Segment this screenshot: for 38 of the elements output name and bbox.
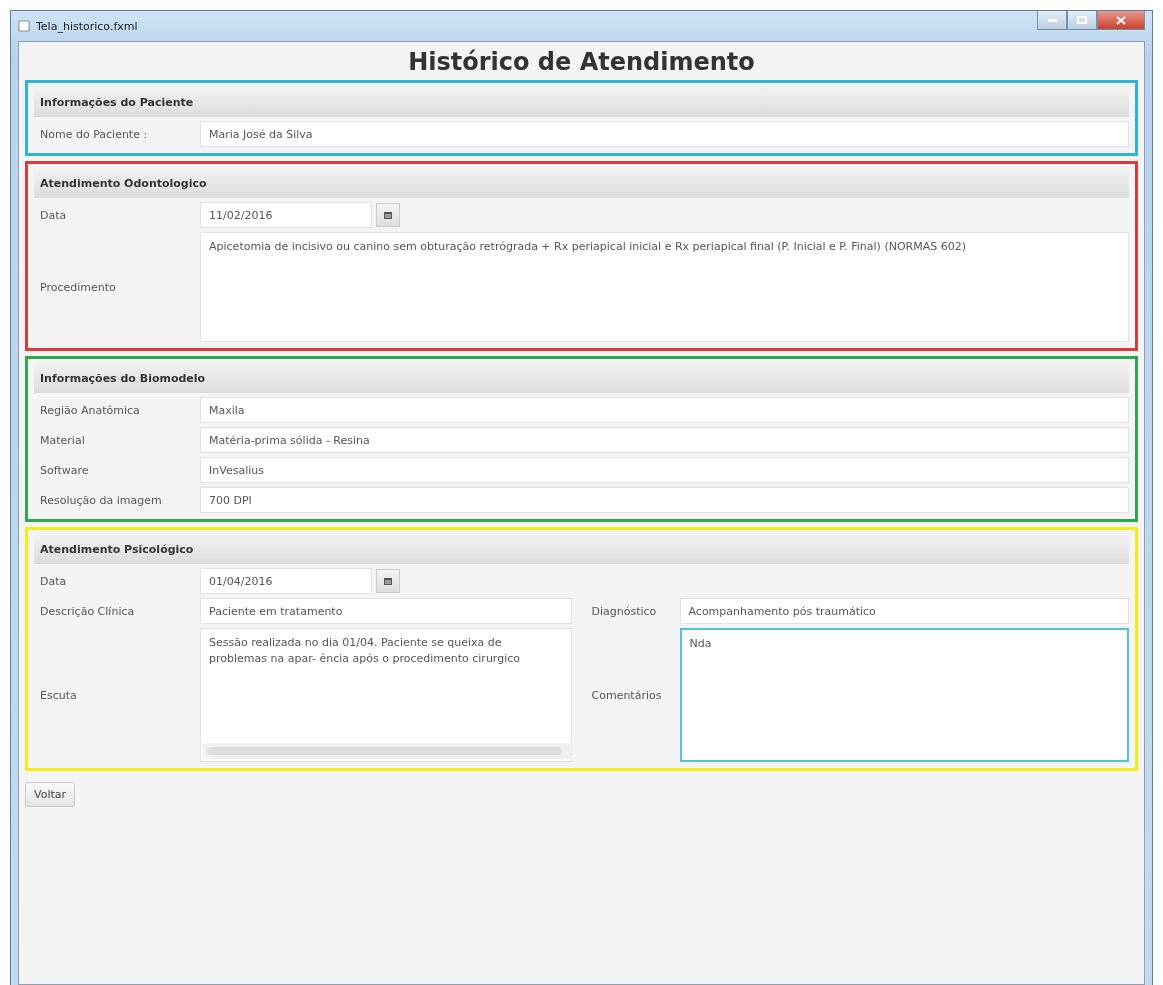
text-field[interactable]: InVesalius — [200, 457, 1129, 483]
field-label: Procedimento — [39, 280, 117, 294]
section-header: Atendimento Odontologico — [34, 168, 1129, 198]
field-label: Escuta — [39, 688, 78, 702]
field-label: Data — [39, 208, 68, 222]
text-area[interactable]: Apicetomia de incisivo ou canino sem obturação retrógrada + Rx periapical inicial e Rx periapical final (P. Inicial e P. Final) (NORMAS 602) — [200, 232, 1129, 342]
calendar-icon[interactable] — [376, 203, 400, 227]
field-label: Material — [39, 433, 86, 447]
field-label: Data — [39, 574, 68, 588]
date-field[interactable]: 11/02/2016 — [200, 202, 372, 228]
text-field[interactable]: Maxila — [200, 397, 1129, 423]
section-header: Informações do Paciente — [34, 87, 1129, 117]
date-field[interactable]: 01/04/2016 — [200, 568, 372, 594]
page-heading: Histórico de Atendimento — [407, 48, 756, 76]
text-field[interactable]: Acompanhamento pós traumático — [679, 598, 1129, 624]
field-label: Resolução da imagem — [39, 493, 163, 507]
text-field[interactable]: Maria José da Silva — [200, 121, 1129, 147]
text-area[interactable]: Nda — [679, 628, 1129, 762]
field-label: Diagnóstico — [591, 604, 658, 618]
maximize-icon[interactable] — [1067, 11, 1097, 30]
text-field[interactable]: 700 DPI — [200, 487, 1129, 513]
text-field[interactable]: Matéria-prima sólida - Resina — [200, 427, 1129, 453]
section-header: Informações do Biomodelo — [34, 363, 1129, 393]
text-field[interactable]: Paciente em tratamento — [200, 598, 572, 624]
field-label: Região Anatômica — [39, 403, 141, 417]
minimize-icon[interactable] — [1037, 11, 1067, 30]
section-header: Atendimento Psicológico — [34, 534, 1129, 564]
field-label: Descrição Clínica — [39, 604, 136, 618]
close-icon[interactable] — [1097, 11, 1145, 30]
back-button[interactable]: Voltar — [25, 782, 76, 807]
calendar-icon[interactable] — [376, 569, 400, 593]
field-label: Comentários — [591, 688, 663, 702]
window-icon — [18, 20, 30, 32]
field-label: Software — [39, 463, 90, 477]
text-area[interactable]: Sessão realizada no dia 01/04. Paciente se queixa de problemas na apar- ência após o procedimento cirurgico — [200, 628, 572, 762]
scrollbar[interactable] — [203, 743, 573, 759]
window-title: Tela_historico.fxml — [36, 19, 138, 33]
field-label: Nome do Paciente : — [39, 127, 149, 141]
